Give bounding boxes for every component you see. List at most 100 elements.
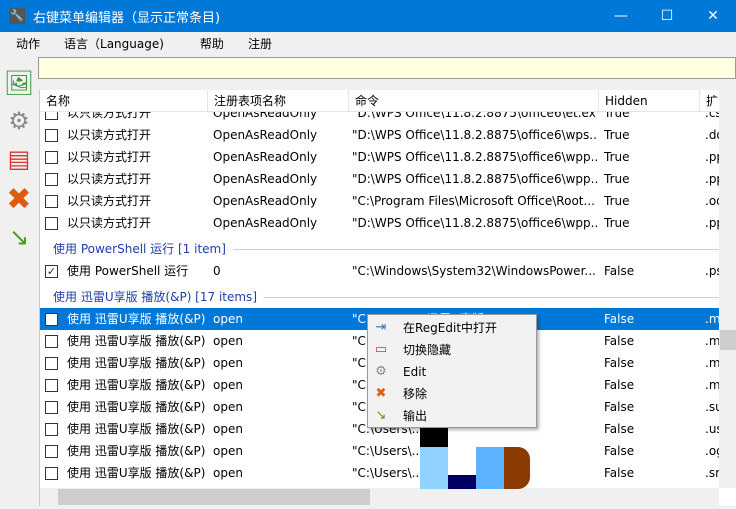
entry-command: "C:\Program Files\Microsoft Office\Root.… [352,194,595,208]
remove-icon[interactable]: ✖ [3,182,35,217]
entry-hidden: True [604,194,630,208]
checkbox[interactable] [45,195,58,208]
entry-ext: .od [705,194,719,208]
entry-key: OpenAsReadOnly [213,172,318,186]
context-menu-item[interactable]: ↘ 输出 [368,405,536,427]
checkbox[interactable]: ✓ [45,265,58,278]
menu-bar: 动作 语言（Language) 帮助 注册 [0,32,736,55]
entry-name: 以只读方式打开 [67,172,152,186]
entry-name: 使用 迅雷U享版 播放(&P) [67,356,206,370]
entry-hidden: True [604,216,630,230]
entry-name: 使用 迅雷U享版 播放(&P) [67,422,206,436]
checkbox[interactable] [45,357,58,370]
table-row[interactable]: ✓ 使用 PowerShell 运行 0 "C:\Windows\System32\W… [40,260,719,282]
entry-command: "C:\Windows\System32\WindowsPower... [352,264,596,278]
entry-key: open [213,400,243,414]
menu-action[interactable]: 动作 [8,35,48,52]
checkbox[interactable] [45,335,58,348]
table-row[interactable]: 以只读方式打开 OpenAsReadOnly "D:\WPS Office\11.8… [40,168,719,190]
title-bar: 🔧 右键菜单编辑器（显示正常条目) — ☐ ✕ [0,0,736,32]
column-hidden[interactable]: Hidden [599,90,700,112]
entry-name: 使用 PowerShell 运行 [67,264,189,278]
context-menu-item[interactable]: ⇥ 在RegEdit中打开 [368,317,536,339]
menu-register[interactable]: 注册 [240,35,280,52]
table-row[interactable]: 以只读方式打开 OpenAsReadOnly "D:\WPS Office\11.8… [40,212,719,234]
entry-key: OpenAsReadOnly [213,194,318,208]
horizontal-scrollbar[interactable] [40,488,719,506]
gear-icon: ⚙ [375,364,387,379]
entry-ext: .ps [705,264,719,278]
context-menu-label: 切换隐藏 [403,343,452,357]
minimize-button[interactable]: — [598,0,644,32]
menu-help[interactable]: 帮助 [192,35,232,52]
checkbox[interactable] [45,445,58,458]
group-divider [233,249,719,250]
entry-name: 以只读方式打开 [67,194,152,208]
regedit-icon: ⇥ [375,320,387,335]
entry-name: 以只读方式打开 [67,128,152,142]
entry-name: 使用 迅雷U享版 播放(&P) [67,444,206,458]
image-icon[interactable]: 🖼 [3,67,35,99]
entry-key: open [213,466,243,480]
table-row[interactable]: 以只读方式打开 OpenAsReadOnly "C:\Program Files\M… [40,190,719,212]
entry-key: open [213,378,243,392]
maximize-button[interactable]: ☐ [644,0,690,32]
remove-icon: ✖ [375,386,387,401]
close-button[interactable]: ✕ [690,0,736,32]
entry-ext: .m [705,334,719,348]
checkbox[interactable] [45,423,58,436]
group-header[interactable]: 使用 PowerShell 运行 [1 item] [40,238,719,260]
menu-language[interactable]: 语言（Language) [56,35,172,52]
entry-ext: .su [705,400,719,414]
horizontal-scroll-thumb[interactable] [58,489,370,505]
gear-icon[interactable]: ⚙ [3,105,35,137]
context-menu-label: Edit [403,365,427,379]
group-label: 使用 PowerShell 运行 [1 item] [53,242,226,256]
checkbox[interactable] [45,401,58,414]
entry-ext: .og [705,444,719,458]
checkbox[interactable] [45,173,58,186]
column-key[interactable]: 注册表项名称 [208,90,349,112]
checkbox[interactable] [45,313,58,326]
table-row[interactable]: 以只读方式打开 OpenAsReadOnly "D:\WPS Office\11.8… [40,146,719,168]
checkbox[interactable] [45,217,58,230]
checkbox[interactable] [45,151,58,164]
entry-name: 使用 迅雷U享版 播放(&P) [67,378,206,392]
export-icon[interactable]: ↘ [3,221,35,253]
toggle-hide-icon[interactable]: ▤ [3,143,35,175]
search-input[interactable] [38,57,736,79]
group-label: 使用 迅雷U享版 播放(&P) [17 items] [53,290,257,304]
entry-name: 使用 迅雷U享版 播放(&P) [67,334,206,348]
watermark-block [504,447,530,489]
entry-key: OpenAsReadOnly [213,216,318,230]
vertical-scrollbar[interactable] [719,90,736,488]
entry-hidden: False [604,400,635,414]
list-header: 名称 注册表项名称 命令 Hidden 扩 [40,90,720,112]
table-row[interactable]: 使用 迅雷U享版 播放(&P)open"C:\Users\...\迅雷U享版..… [40,462,719,484]
entry-command: "D:\WPS Office\11.8.2.8875\office6\wpp..… [352,216,597,230]
table-row[interactable]: 使用 迅雷U享版 播放(&P)open"C:\Users\...\迅雷U享版..… [40,440,719,462]
checkbox[interactable] [45,379,58,392]
context-menu-item[interactable]: ▭ 切换隐藏 [368,339,536,361]
context-menu-item[interactable]: ⚙ Edit [368,361,536,383]
entry-ext: .m [705,356,719,370]
column-name[interactable]: 名称 [40,90,208,112]
checkbox[interactable] [45,129,58,142]
table-row[interactable]: 以只读方式打开 OpenAsReadOnly "D:\WPS Office\11.8… [40,124,719,146]
context-menu-label: 在RegEdit中打开 [403,321,498,335]
entry-hidden: False [604,264,635,278]
watermark-block [448,428,528,447]
vertical-scroll-thumb[interactable] [720,330,736,350]
context-menu-item[interactable]: ✖ 移除 [368,383,536,405]
watermark-block [476,447,504,489]
group-header[interactable]: 使用 迅雷U享版 播放(&P) [17 items] [40,286,719,308]
entry-hidden: False [604,444,635,458]
entry-ext: .us [705,422,719,436]
window-title: 右键菜单编辑器（显示正常条目) [33,10,221,26]
watermark-block [420,428,448,447]
context-menu: ⇥ 在RegEdit中打开 ▭ 切换隐藏 ⚙ Edit ✖ 移除 ↘ 输出 [367,314,537,428]
column-command[interactable]: 命令 [349,90,599,112]
checkbox[interactable] [45,467,58,480]
entry-ext: .do [705,128,719,142]
left-toolbar: 🖼 ⚙ ▤ ✖ ↘ [0,57,38,509]
